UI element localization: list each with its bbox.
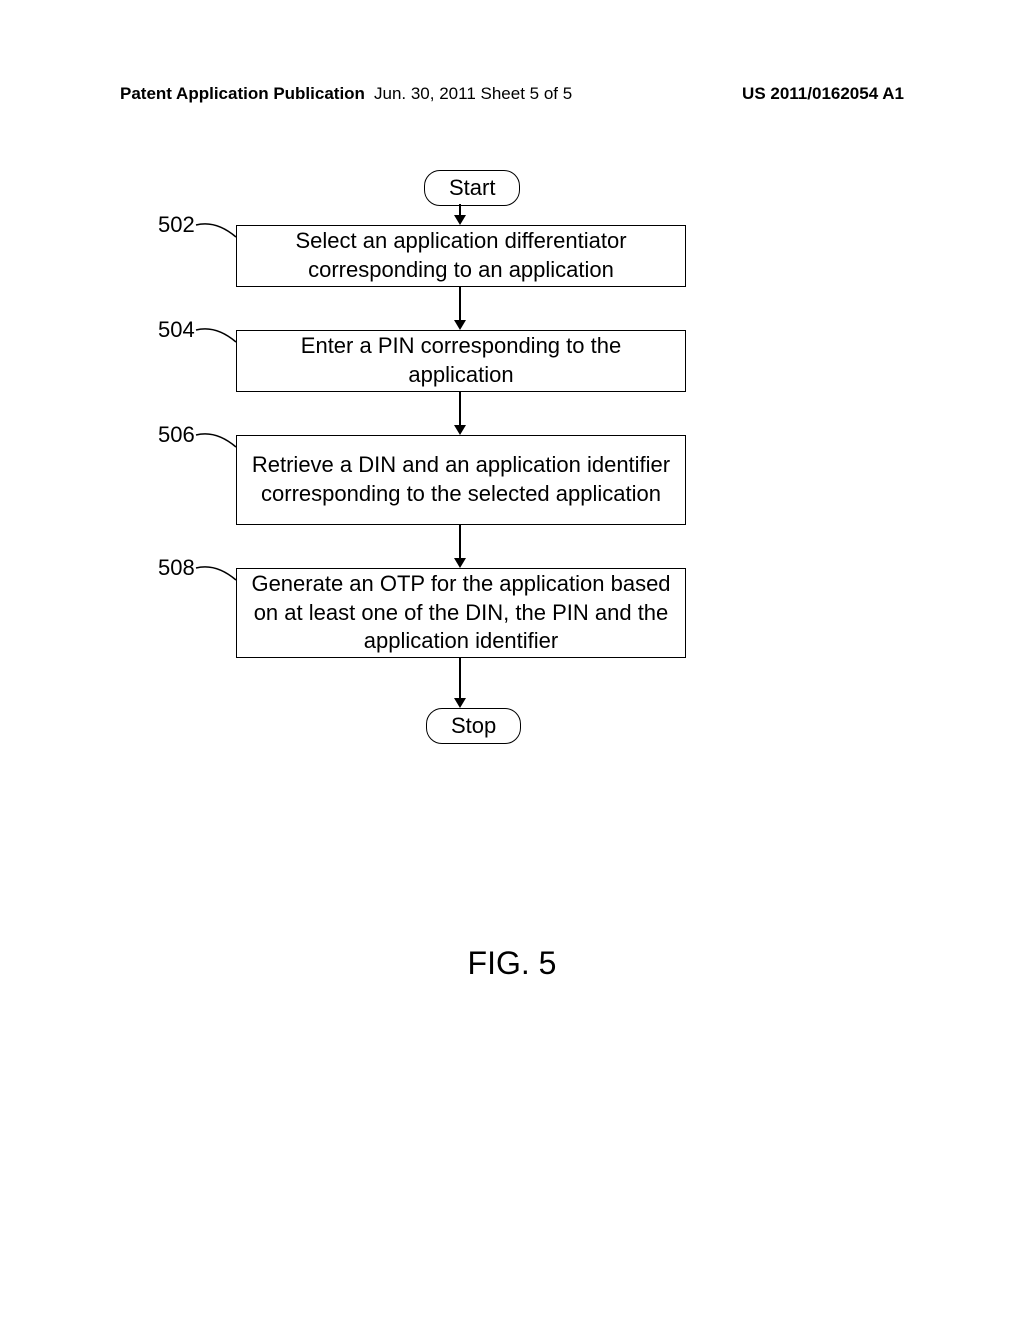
process-text: Generate an OTP for the application base…: [247, 570, 675, 656]
arrow-head-icon: [454, 215, 466, 225]
step-ref-504: 504: [158, 317, 195, 343]
process-text: Enter a PIN corresponding to the applica…: [247, 332, 675, 389]
arrow: [459, 658, 461, 701]
process-generate-otp: Generate an OTP for the application base…: [236, 568, 686, 658]
process-text: Retrieve a DIN and an application identi…: [247, 451, 675, 508]
header-pub-number: US 2011/0162054 A1: [742, 84, 904, 104]
process-select-differentiator: Select an application differentiator cor…: [236, 225, 686, 287]
arrow: [459, 392, 461, 428]
process-retrieve-din: Retrieve a DIN and an application identi…: [236, 435, 686, 525]
arrow-head-icon: [454, 558, 466, 568]
step-ref-502: 502: [158, 212, 195, 238]
header-publication: Patent Application Publication: [120, 84, 365, 104]
arrow: [459, 287, 461, 323]
arrow: [459, 525, 461, 561]
arrow-head-icon: [454, 425, 466, 435]
process-text: Select an application differentiator cor…: [247, 227, 675, 284]
terminal-stop: Stop: [426, 708, 521, 744]
process-enter-pin: Enter a PIN corresponding to the applica…: [236, 330, 686, 392]
step-ref-508: 508: [158, 555, 195, 581]
header-date-sheet: Jun. 30, 2011 Sheet 5 of 5: [374, 84, 572, 104]
step-ref-506: 506: [158, 422, 195, 448]
arrow-head-icon: [454, 698, 466, 708]
figure-label: FIG. 5: [0, 945, 1024, 982]
terminal-start: Start: [424, 170, 520, 206]
arrow-head-icon: [454, 320, 466, 330]
